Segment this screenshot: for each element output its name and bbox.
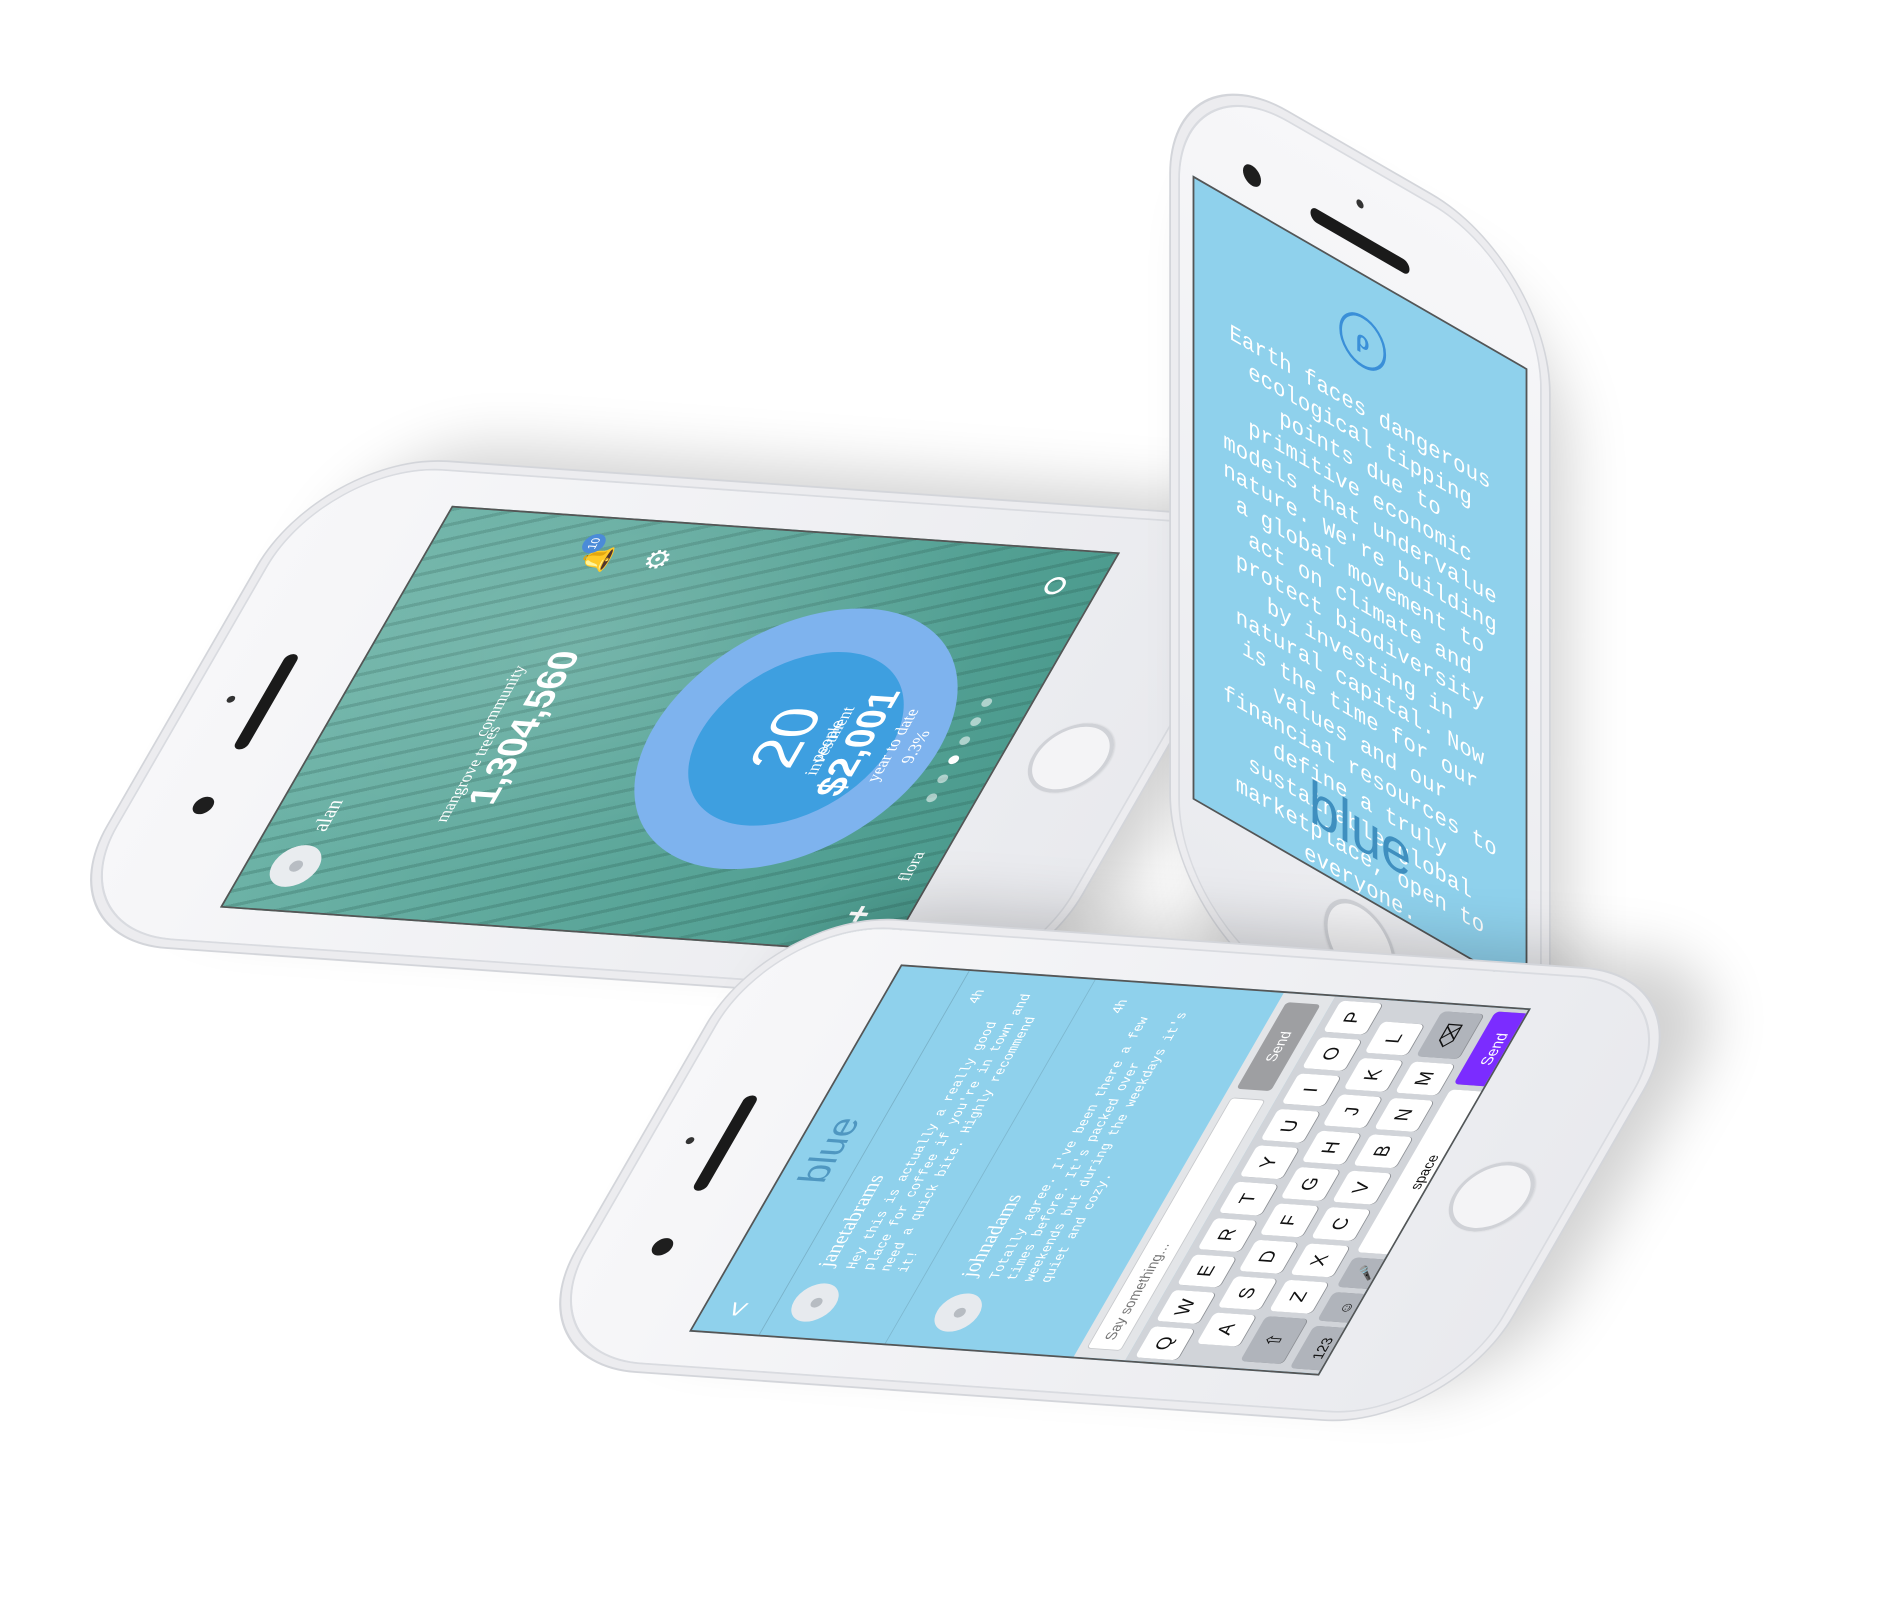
key-j[interactable]: J [1322,1094,1383,1129]
key-d[interactable]: D [1238,1239,1299,1274]
proximity-sensor [684,1136,696,1145]
user-avatar[interactable]: ● [783,1282,848,1324]
person-icon: ● [796,1294,833,1311]
key-v[interactable]: V [1331,1170,1392,1205]
home-button[interactable] [1433,1159,1550,1235]
key-i[interactable]: I [1281,1072,1342,1107]
home-button[interactable] [1012,720,1130,796]
phone-chat: < blue ● janetabrams 4h Hey this is actu… [526,921,1694,1419]
key-u[interactable]: U [1260,1109,1321,1144]
key-g[interactable]: G [1280,1166,1341,1202]
key-r[interactable]: R [1197,1217,1258,1252]
key-w[interactable]: W [1155,1290,1216,1325]
key-z[interactable]: Z [1268,1279,1329,1314]
earpiece-speaker [691,1095,760,1192]
key-t[interactable]: T [1218,1181,1279,1216]
key-h[interactable]: H [1301,1130,1362,1165]
front-camera [647,1237,678,1257]
emoji-key[interactable]: ☺ [1316,1291,1376,1324]
key-p[interactable]: P [1322,1000,1383,1035]
key-s[interactable]: S [1217,1276,1278,1311]
dashboard-screen: ● alan community 1,304,560 mangrove tree… [219,505,1121,955]
blue-logo-icon: ρ [1339,301,1387,381]
proximity-sensor [225,695,237,704]
key-x[interactable]: X [1289,1243,1350,1278]
proximity-sensor [1356,197,1364,211]
person-icon: ● [939,1304,976,1321]
mockup-stage: ● alan community 1,304,560 mangrove tree… [0,0,1887,1611]
key-q[interactable]: Q [1134,1326,1195,1361]
key-b[interactable]: B [1352,1134,1413,1169]
phone-dashboard: ● alan community 1,304,560 mangrove tree… [57,462,1283,998]
person-icon: ● [274,857,316,875]
key-l[interactable]: L [1364,1021,1425,1056]
front-camera [1243,160,1261,191]
key-f[interactable]: F [1259,1203,1320,1238]
key-y[interactable]: Y [1239,1145,1300,1180]
key-m[interactable]: M [1394,1061,1455,1096]
user-avatar[interactable]: ● [926,1292,991,1334]
key-c[interactable]: C [1310,1206,1371,1242]
key-e[interactable]: E [1176,1253,1237,1288]
key-k[interactable]: K [1343,1057,1404,1092]
key-n[interactable]: N [1373,1097,1434,1132]
chat-screen: < blue ● janetabrams 4h Hey this is actu… [689,964,1531,1376]
key-o[interactable]: O [1302,1036,1362,1071]
front-camera [188,796,218,815]
key-a[interactable]: A [1196,1312,1257,1347]
earpiece-speaker [232,653,301,750]
microphone-key[interactable]: 🎤 [1336,1257,1396,1290]
manifesto-screen: ρ Earth faces dangerous ecological tippi… [1192,175,1528,993]
